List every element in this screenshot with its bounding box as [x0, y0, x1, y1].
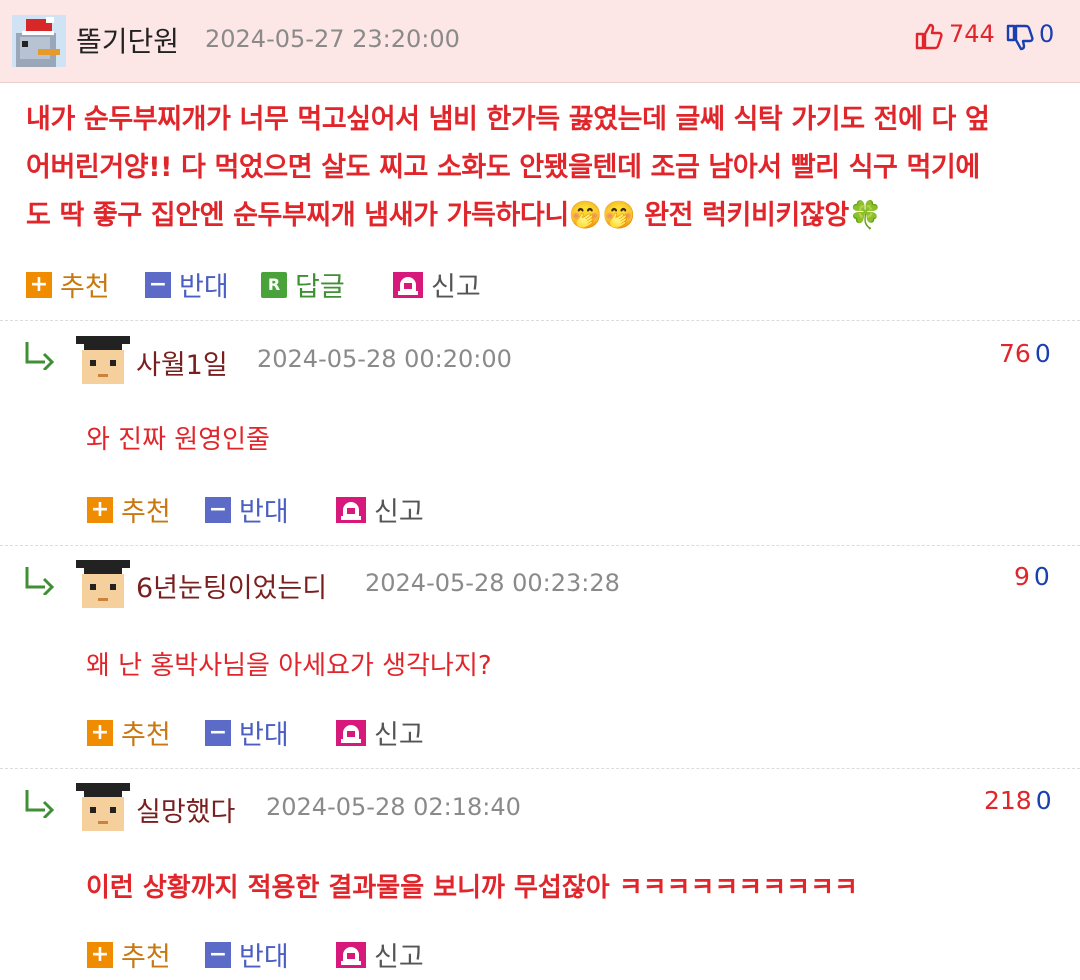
comment-oppose-button[interactable]: − 반대	[205, 490, 289, 529]
post-body-line: 도 딱 좋구 집안엔 순두부찌개 냄새가 가득하다니🤭🤭 완전 럭키비키잖앙🍀	[26, 200, 882, 231]
plus-square-icon: +	[26, 271, 52, 298]
report-label: 신고	[431, 272, 481, 303]
commenter-name[interactable]: 실망했다	[136, 790, 235, 829]
comment-oppose-button[interactable]: − 반대	[205, 713, 289, 752]
divider	[0, 545, 1080, 546]
reply-arrow-icon	[25, 567, 55, 595]
commenter-avatar[interactable]	[74, 777, 132, 835]
comment-recommend-button[interactable]: + 추천	[87, 935, 171, 974]
commenter-avatar[interactable]	[74, 554, 132, 612]
post-report-button[interactable]: 신고	[393, 265, 481, 304]
oppose-label: 반대	[239, 720, 289, 751]
minus-square-icon: −	[145, 271, 171, 298]
comment-vote-count: 76 0	[999, 339, 1051, 368]
comment-recommend-button[interactable]: + 추천	[87, 490, 171, 529]
minus-square-icon: −	[205, 496, 231, 523]
recommend-label: 추천	[121, 942, 171, 973]
comment-recommend-button[interactable]: + 추천	[87, 713, 171, 752]
reply-arrow-icon	[25, 790, 55, 818]
comment-report-button[interactable]: 신고	[336, 935, 424, 974]
comment-text: 와 진짜 원영인줄	[86, 425, 270, 455]
comment-timestamp: 2024-05-28 00:20:00	[257, 345, 512, 373]
recommend-label: 추천	[60, 272, 110, 303]
plus-square-icon: +	[87, 496, 113, 523]
comment-upvote-count: 218	[984, 786, 1032, 815]
comment-timestamp: 2024-05-28 02:18:40	[266, 793, 521, 821]
comment-downvote-count: 0	[1033, 562, 1050, 591]
siren-icon	[336, 941, 366, 968]
commenter-name[interactable]: 6년눈팅이었는디	[136, 566, 327, 605]
recommend-label: 추천	[121, 720, 171, 751]
comment-report-button[interactable]: 신고	[336, 490, 424, 529]
oppose-label: 반대	[239, 942, 289, 973]
post-body-line: 어버린거양!! 다 먹었으면 살도 찌고 소화도 안됐을텐데 조금 남아서 빨리…	[26, 152, 980, 183]
comment-text: 이런 상황까지 적용한 결과물을 보니까 무섭잖아 ㅋㅋㅋㅋㅋㅋㅋㅋㅋㅋ	[86, 873, 858, 903]
reply-label: 답글	[295, 272, 345, 303]
comment-vote-count: 218 0	[984, 786, 1052, 815]
comment-text: 왜 난 홍박사님을 아세요가 생각나지?	[86, 651, 492, 681]
comment-vote-count: 90	[1014, 562, 1050, 591]
thumbs-up-icon[interactable]	[914, 21, 944, 51]
r-square-icon: R	[261, 271, 287, 298]
report-label: 신고	[374, 942, 424, 973]
comment-downvote-count: 0	[1034, 339, 1051, 368]
post-author[interactable]: 똘기단원	[76, 20, 179, 60]
report-label: 신고	[374, 720, 424, 751]
post-oppose-button[interactable]: − 반대	[145, 265, 229, 304]
recommend-label: 추천	[121, 497, 171, 528]
siren-icon	[393, 271, 423, 298]
siren-icon	[336, 496, 366, 523]
comment-upvote-count: 9	[1014, 562, 1030, 591]
comment-upvote-count: 76	[999, 339, 1031, 368]
siren-icon	[336, 719, 366, 746]
plus-square-icon: +	[87, 719, 113, 746]
oppose-label: 반대	[179, 272, 229, 303]
divider	[0, 320, 1080, 321]
minus-square-icon: −	[205, 941, 231, 968]
post-upvote-count: 744	[949, 20, 995, 48]
thumbs-down-icon[interactable]	[1005, 23, 1035, 53]
commenter-name[interactable]: 사월1일	[136, 343, 228, 382]
divider	[0, 768, 1080, 769]
post-downvote-count: 0	[1039, 20, 1055, 48]
comment-timestamp: 2024-05-28 00:23:28	[365, 569, 620, 597]
plus-square-icon: +	[87, 941, 113, 968]
commenter-avatar[interactable]	[74, 330, 132, 388]
reply-arrow-icon	[25, 342, 55, 370]
report-label: 신고	[374, 497, 424, 528]
post-recommend-button[interactable]: + 추천	[26, 265, 110, 304]
comment-report-button[interactable]: 신고	[336, 713, 424, 752]
comment-oppose-button[interactable]: − 반대	[205, 935, 289, 974]
minus-square-icon: −	[205, 719, 231, 746]
post-reply-button[interactable]: R 답글	[261, 265, 345, 304]
post-timestamp: 2024-05-27 23:20:00	[205, 25, 460, 53]
oppose-label: 반대	[239, 497, 289, 528]
post-body: 내가 순두부찌개가 너무 먹고싶어서 냄비 한가득 끓였는데 글쎄 식탁 가기도…	[26, 96, 1056, 240]
post-body-line: 내가 순두부찌개가 너무 먹고싶어서 냄비 한가득 끓였는데 글쎄 식탁 가기도…	[26, 104, 990, 135]
author-avatar[interactable]	[12, 15, 66, 67]
comment-downvote-count: 0	[1035, 786, 1052, 815]
